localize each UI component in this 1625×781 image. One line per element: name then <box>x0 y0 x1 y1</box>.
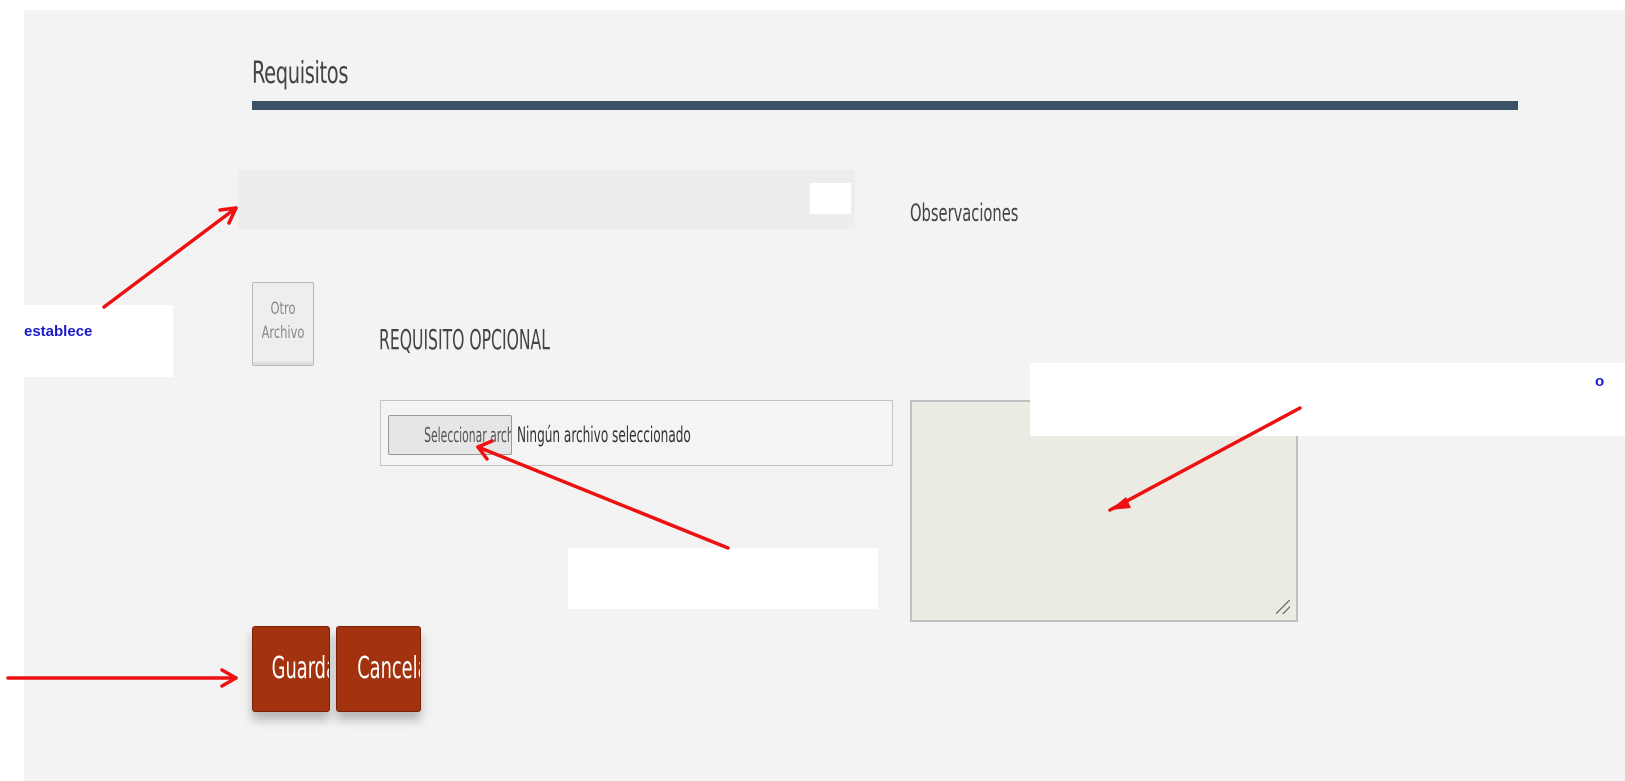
annotation-note-left: establece <box>24 305 173 377</box>
observaciones-label: Observaciones <box>910 199 1019 227</box>
otro-archivo-label-line2: Archivo <box>261 323 305 343</box>
select-file-button-label: Seleccionar archivo <box>424 423 511 447</box>
select-file-button[interactable]: Seleccionar archivo <box>388 415 512 455</box>
annotation-note-left-text: establece <box>24 323 93 340</box>
file-input[interactable]: Seleccionar archivo Ningún archivo selec… <box>380 400 893 466</box>
section-title: Requisitos <box>252 56 349 91</box>
cancel-button[interactable]: Cancelar <box>336 626 421 712</box>
save-button[interactable]: Guardar <box>252 626 330 712</box>
resize-grip-icon[interactable] <box>1276 600 1290 614</box>
annotation-note-middle <box>568 548 878 609</box>
save-button-label: Guardar <box>271 651 329 686</box>
section-title-underline <box>252 101 1518 110</box>
annotation-note-right-text: o <box>1595 373 1605 390</box>
otro-archivo-label-line1: Otro <box>270 299 296 319</box>
cancel-button-label: Cancelar <box>357 651 420 686</box>
redacted-area <box>810 183 851 214</box>
file-status-text: Ningún archivo seleccionado <box>517 423 691 447</box>
otro-archivo-button[interactable]: Otro Archivo <box>252 282 314 366</box>
annotation-note-right: o <box>1030 363 1625 436</box>
requisito-label: REQUISITO OPCIONAL <box>379 323 550 356</box>
requisito-name-field <box>238 170 855 229</box>
